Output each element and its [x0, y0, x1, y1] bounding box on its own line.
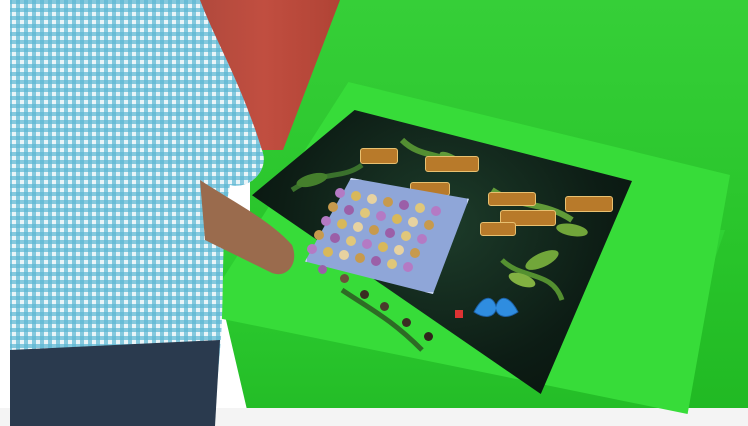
board-tile[interactable] [337, 219, 347, 229]
board-tile[interactable] [330, 233, 340, 243]
board-tile[interactable] [355, 253, 365, 263]
board-tile[interactable] [367, 194, 377, 204]
board-tile[interactable] [360, 208, 370, 218]
token[interactable] [318, 265, 327, 274]
board-tile[interactable] [415, 203, 425, 213]
board-tile[interactable] [351, 191, 361, 201]
game-score-plate [360, 148, 398, 164]
board-tile[interactable] [410, 248, 420, 258]
board-tile[interactable] [344, 205, 354, 215]
board-tile[interactable] [346, 236, 356, 246]
red-marker [455, 310, 463, 318]
board-tile[interactable] [307, 244, 317, 254]
board-tile[interactable] [385, 228, 395, 238]
board-tile[interactable] [383, 197, 393, 207]
board-tile[interactable] [399, 200, 409, 210]
board-tile[interactable] [323, 247, 333, 257]
board-tile[interactable] [424, 220, 434, 230]
token[interactable] [380, 302, 389, 311]
person-checked-shirt [10, 0, 295, 426]
board-tile[interactable] [378, 242, 388, 252]
board-tile[interactable] [353, 222, 363, 232]
photo-scene [0, 0, 748, 426]
board-tile[interactable] [394, 245, 404, 255]
board-tile[interactable] [371, 256, 381, 266]
board-tile[interactable] [392, 214, 402, 224]
token[interactable] [402, 318, 411, 327]
board-tile[interactable] [403, 262, 413, 272]
board-tile[interactable] [328, 202, 338, 212]
board-tile[interactable] [369, 225, 379, 235]
game-info-plate-1 [488, 192, 536, 206]
game-info-plate-3 [565, 196, 613, 212]
board-tile[interactable] [401, 231, 411, 241]
board-tile[interactable] [314, 230, 324, 240]
board-tile[interactable] [339, 250, 349, 260]
board-tile[interactable] [417, 234, 427, 244]
board-tile[interactable] [387, 259, 397, 269]
game-title-plate [425, 156, 479, 172]
board-tile[interactable] [335, 188, 345, 198]
game-info-plate-4 [480, 222, 516, 236]
board-tile[interactable] [408, 217, 418, 227]
board-tile[interactable] [321, 216, 331, 226]
token[interactable] [424, 332, 433, 341]
butterfly-icon[interactable] [472, 290, 520, 320]
token[interactable] [340, 274, 349, 283]
board-tile[interactable] [376, 211, 386, 221]
board-tile[interactable] [362, 239, 372, 249]
board-tile[interactable] [431, 206, 441, 216]
token[interactable] [360, 290, 369, 299]
